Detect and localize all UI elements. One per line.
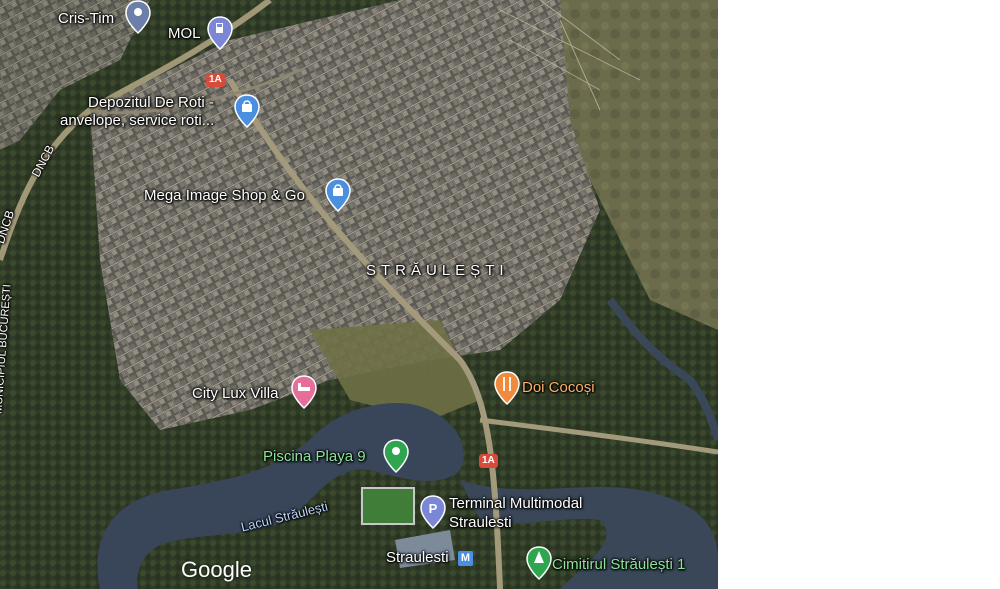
poi-label-cimitirul[interactable]: Cimitirul Străulești 1 xyxy=(552,556,685,574)
poi-label-mol[interactable]: MOL xyxy=(168,25,201,43)
satellite-imagery xyxy=(0,0,718,589)
poi-label-terminal-line1[interactable]: Terminal Multimodal xyxy=(449,495,582,513)
google-logo: Google xyxy=(181,557,252,582)
parking-icon[interactable]: P xyxy=(420,495,446,529)
shopping-bag-icon[interactable] xyxy=(325,178,351,212)
route-shield-1a-north: 1A xyxy=(206,73,225,87)
poi-label-terminal-line2[interactable]: Straulesti xyxy=(449,514,512,532)
poi-label-city-lux-villa[interactable]: City Lux Villa xyxy=(192,385,278,403)
poi-label-piscina-playa[interactable]: Piscina Playa 9 xyxy=(263,448,366,466)
satellite-map[interactable]: 1A 1A DNCB DNCB MUNICIPIUL BUCUREȘTI STR… xyxy=(0,0,718,589)
metro-icon[interactable]: M xyxy=(458,551,473,566)
poi-label-doi-cocosi[interactable]: Doi Cocoși xyxy=(522,379,595,397)
restaurant-icon[interactable] xyxy=(494,371,520,405)
poi-label-cris-tim[interactable]: Cris-Tim xyxy=(58,10,114,28)
hotel-bed-icon[interactable] xyxy=(291,375,317,409)
svg-text:P: P xyxy=(429,501,438,516)
poi-label-mega-image[interactable]: Mega Image Shop & Go xyxy=(144,187,305,205)
shopping-bag-icon[interactable] xyxy=(234,94,260,128)
location-pin-icon[interactable] xyxy=(125,0,151,34)
gas-station-icon[interactable] xyxy=(207,16,233,50)
poi-label-depozitul-line2[interactable]: anvelope, service roti... xyxy=(60,112,214,130)
route-shield-1a-south: 1A xyxy=(479,454,498,468)
park-pin-icon[interactable] xyxy=(383,439,409,473)
poi-label-straulesti-metro[interactable]: Straulesti xyxy=(386,549,449,567)
poi-label-depozitul-line1[interactable]: Depozitul De Roti - xyxy=(88,94,214,112)
cemetery-icon[interactable] xyxy=(526,546,552,580)
blank-panel xyxy=(718,0,1000,589)
area-label-straulesti: STRĂULEȘTI xyxy=(366,262,509,279)
